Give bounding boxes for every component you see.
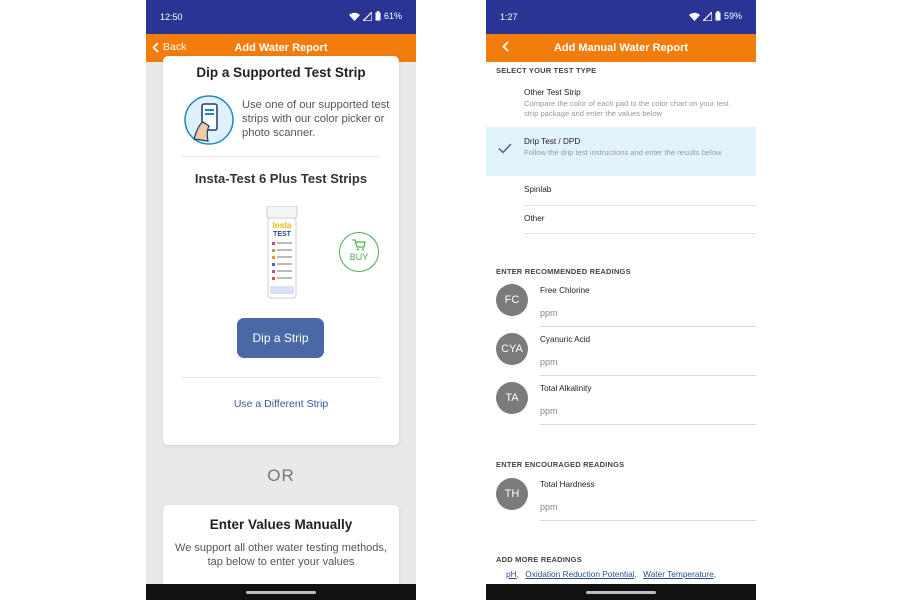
- test-type-other-strip[interactable]: Other Test Strip Compare the color of ea…: [486, 80, 756, 126]
- strip-product-name: Insta-Test 6 Plus Test Strips: [194, 171, 368, 186]
- input-underline: [540, 520, 756, 521]
- supported-strip-card: Dip a Supported Test Strip Use one of ou…: [163, 56, 399, 445]
- phone-screen-supported-strip: 12:50 61% Back Add Water Report Dip a Su…: [146, 0, 416, 600]
- signal-icon: [362, 11, 372, 21]
- reading-avatar: FC: [496, 284, 528, 316]
- manual-entry-card[interactable]: Enter Values Manually We support all oth…: [163, 505, 399, 595]
- divider: [182, 156, 380, 157]
- cart-icon: [352, 239, 366, 251]
- reading-value-input[interactable]: ppm: [540, 357, 710, 373]
- status-bar: 12:50 61%: [146, 0, 416, 34]
- reading-label: Total Hardness: [540, 480, 595, 489]
- use-different-strip-link[interactable]: Use a Different Strip: [163, 398, 399, 410]
- buy-label: BUY: [349, 252, 369, 262]
- link-separator: ,: [713, 569, 717, 579]
- test-type-name: Spinlab: [524, 185, 552, 194]
- reading-value-input[interactable]: ppm: [540, 502, 710, 518]
- divider: [524, 233, 756, 234]
- test-type-name: Drip Test / DPD: [524, 137, 581, 146]
- reading-avatar: TA: [496, 382, 528, 414]
- reading-label: Total Alkalinity: [540, 384, 592, 393]
- input-underline: [540, 326, 756, 327]
- buy-button[interactable]: BUY: [339, 232, 379, 272]
- status-time: 1:27: [500, 12, 518, 22]
- add-ph-link[interactable]: pH: [506, 569, 517, 579]
- wifi-icon: [688, 12, 700, 21]
- battery-percent: 59%: [723, 11, 742, 21]
- divider: [182, 377, 380, 378]
- reading-label: Cyanuric Acid: [540, 335, 591, 344]
- or-separator: OR: [267, 466, 295, 485]
- test-type-section-header: SELECT YOUR TEST TYPE: [496, 66, 597, 75]
- gesture-handle[interactable]: [246, 591, 316, 594]
- add-water-temperature-link[interactable]: Water Temperature: [643, 569, 714, 579]
- test-type-description: Compare the color of each pad to the col…: [524, 99, 729, 118]
- phone-screen-manual-report: 1:27 59% Add Manual Water Report SELECT …: [486, 0, 756, 600]
- status-bar: 1:27 59%: [486, 0, 756, 34]
- input-underline: [540, 375, 756, 376]
- system-nav-bar: [486, 584, 756, 600]
- reading-cyanuric-acid: CYA Cyanuric Acid ppm: [486, 333, 756, 381]
- encouraged-readings-header: ENTER ENCOURAGED READINGS: [496, 460, 625, 469]
- battery-percent: 61%: [383, 11, 402, 21]
- page-title: Add Water Report: [234, 42, 328, 54]
- test-strip-bottle-image: Insta TEST: [266, 206, 298, 299]
- test-type-description: Follow the drip test instructions and en…: [524, 148, 722, 157]
- add-orp-link[interactable]: Oxidation Reduction Potential: [525, 569, 634, 579]
- reading-value-input[interactable]: ppm: [540, 406, 710, 422]
- battery-icon: [375, 11, 381, 21]
- reading-label: Free Chlorine: [540, 286, 590, 295]
- reading-free-chlorine: FC Free Chlorine ppm: [486, 284, 756, 332]
- link-separator: ,: [516, 569, 519, 579]
- dip-a-strip-button[interactable]: Dip a Strip: [237, 318, 324, 358]
- status-icons: 59%: [688, 11, 742, 21]
- wifi-icon: [348, 12, 360, 21]
- reading-avatar: CYA: [496, 333, 528, 365]
- more-readings-links: pH, Oxidation Reduction Potential, Water…: [506, 569, 720, 579]
- system-nav-bar: [146, 584, 416, 600]
- test-type-name: Other Test Strip: [524, 88, 581, 97]
- signal-icon: [702, 11, 712, 21]
- reading-avatar: TH: [496, 478, 528, 510]
- status-icons: 61%: [348, 11, 402, 21]
- supported-strip-heading: Dip a Supported Test Strip: [196, 65, 366, 80]
- reading-value-input[interactable]: ppm: [540, 308, 710, 324]
- test-type-spinlab[interactable]: Spinlab: [486, 176, 756, 205]
- checkmark-icon: [498, 143, 512, 154]
- test-type-other[interactable]: Other: [486, 206, 756, 233]
- reading-total-alkalinity: TA Total Alkalinity ppm: [486, 382, 756, 430]
- link-separator: ,: [634, 569, 637, 579]
- test-type-name: Other: [524, 214, 545, 223]
- app-bar: Add Manual Water Report: [486, 34, 756, 62]
- phone-in-hand-icon: [184, 95, 234, 145]
- manual-entry-description: We support all other water testing metho…: [175, 542, 387, 568]
- input-underline: [540, 424, 756, 425]
- recommended-readings-header: ENTER RECOMMENDED READINGS: [496, 267, 631, 276]
- battery-icon: [715, 11, 721, 21]
- more-readings-header: ADD MORE READINGS: [496, 555, 582, 564]
- page-title: Add Manual Water Report: [553, 42, 689, 54]
- bottle-logo-line1: Insta: [273, 221, 292, 230]
- test-type-drip-dpd[interactable]: Drip Test / DPD Follow the drip test ins…: [486, 127, 756, 176]
- status-time: 12:50: [160, 12, 183, 22]
- gesture-handle[interactable]: [586, 591, 656, 594]
- bottle-logo-line2: TEST: [273, 231, 292, 238]
- manual-entry-heading: Enter Values Manually: [209, 517, 353, 532]
- reading-total-hardness: TH Total Hardness ppm: [486, 478, 756, 526]
- supported-strip-intro: Use one of our supported test strips wit…: [242, 99, 390, 139]
